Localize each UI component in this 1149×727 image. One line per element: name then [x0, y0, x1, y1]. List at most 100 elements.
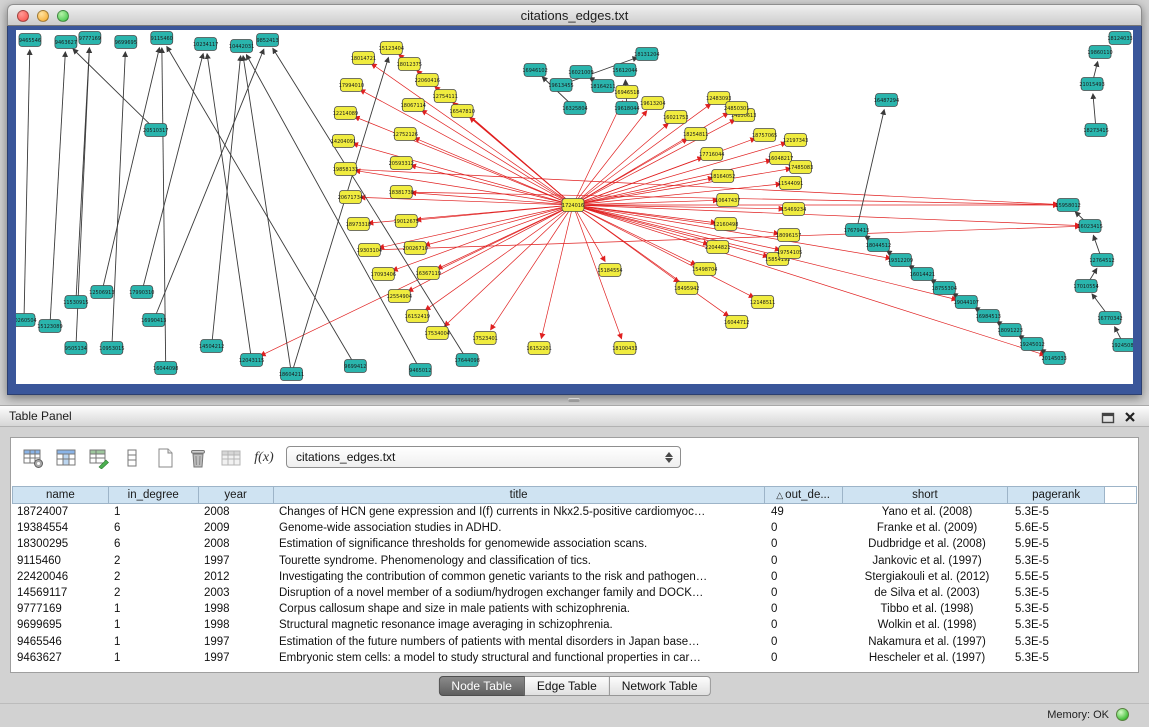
network-node[interactable]: 16984513: [976, 310, 1001, 323]
network-node[interactable]: 12764512: [1089, 254, 1114, 267]
table-cell[interactable]: Embryonic stem cells: a model to study s…: [274, 650, 766, 666]
table-cell[interactable]: 1997: [199, 634, 274, 650]
network-node[interactable]: 16023415: [1077, 220, 1102, 233]
network-node[interactable]: 17523401: [472, 332, 497, 345]
network-node[interactable]: 10647437: [715, 194, 740, 207]
network-node[interactable]: 15958012: [1055, 199, 1080, 212]
network-node[interactable]: 18757065: [752, 129, 777, 142]
table-settings-icon[interactable]: [21, 446, 45, 470]
network-node[interactable]: 17534004: [425, 327, 450, 340]
table-cell[interactable]: Wolkin et al. (1998): [844, 617, 1010, 633]
edit-table-icon[interactable]: [87, 446, 111, 470]
network-node[interactable]: 15123089: [37, 320, 62, 333]
table-cell[interactable]: Hescheler et al. (1997): [844, 650, 1010, 666]
network-edge[interactable]: [292, 58, 389, 374]
network-node[interactable]: 19613455: [548, 79, 573, 92]
network-node[interactable]: 18131204: [634, 48, 659, 61]
network-edge[interactable]: [470, 117, 573, 205]
new-column-icon[interactable]: [153, 446, 177, 470]
network-node[interactable]: 18164211: [590, 80, 615, 93]
network-edge[interactable]: [491, 205, 573, 330]
table-cell[interactable]: 0: [766, 601, 844, 617]
table-cell[interactable]: 19384554: [12, 520, 109, 536]
network-node[interactable]: 19303104: [357, 244, 382, 257]
network-edge[interactable]: [355, 171, 573, 205]
select-columns-icon[interactable]: [54, 446, 78, 470]
network-edge[interactable]: [167, 47, 356, 366]
table-cell[interactable]: Franke et al. (2009): [844, 520, 1010, 536]
table-cell[interactable]: 14569117: [12, 585, 109, 601]
network-edge[interactable]: [345, 169, 1058, 205]
network-node[interactable]: 18381738: [389, 186, 414, 199]
network-edge[interactable]: [243, 56, 291, 374]
network-node[interactable]: 19613204: [640, 97, 665, 110]
network-node[interactable]: 16770342: [1097, 312, 1122, 325]
network-edge[interactable]: [154, 49, 264, 320]
table-row[interactable]: 1872400712008Changes of HCN gene express…: [12, 504, 1137, 520]
table-cell[interactable]: 0: [766, 520, 844, 536]
network-node[interactable]: 17990310: [129, 286, 154, 299]
network-edge[interactable]: [573, 123, 668, 205]
network-edge[interactable]: [142, 54, 203, 292]
network-node[interactable]: 18164052: [710, 170, 735, 183]
table-cell[interactable]: Investigating the contribution of common…: [274, 569, 766, 585]
network-node[interactable]: 19312209: [888, 254, 913, 267]
network-edge[interactable]: [573, 104, 711, 205]
network-edge[interactable]: [24, 50, 30, 320]
network-edge[interactable]: [50, 52, 65, 326]
network-node[interactable]: 12754111: [433, 90, 458, 103]
network-edge[interactable]: [856, 110, 884, 230]
table-cell[interactable]: Genome-wide association studies in ADHD.: [274, 520, 766, 536]
function-builder-icon[interactable]: f(x): [252, 446, 276, 470]
table-cell[interactable]: Corpus callosum shape and size in male p…: [274, 601, 766, 617]
network-edge[interactable]: [212, 56, 241, 346]
table-cell[interactable]: 1998: [199, 617, 274, 633]
import-table-icon[interactable]: [219, 446, 243, 470]
network-node[interactable]: 19044107: [954, 296, 979, 309]
network-node[interactable]: 16990413: [141, 314, 166, 327]
table-row[interactable]: 1938455462009Genome-wide association stu…: [12, 520, 1137, 536]
network-node[interactable]: 9115460: [151, 32, 173, 45]
minimize-button[interactable]: [37, 10, 49, 22]
network-node[interactable]: 24850301: [724, 102, 749, 115]
network-node[interactable]: 11530915: [63, 296, 88, 309]
network-node[interactable]: 1724016: [562, 199, 584, 212]
network-node[interactable]: 16946102: [522, 64, 547, 77]
network-node[interactable]: 18044512: [866, 239, 891, 252]
network-node[interactable]: 19618044: [614, 102, 639, 115]
network-node[interactable]: 14204091: [331, 135, 356, 148]
table-cell[interactable]: Changes of HCN gene expression and I(f) …: [274, 504, 766, 520]
table-cell[interactable]: 9777169: [12, 601, 109, 617]
network-edge[interactable]: [246, 55, 420, 370]
network-node[interactable]: 18124033: [1107, 32, 1132, 45]
column-header-name[interactable]: name: [12, 486, 109, 504]
table-cell[interactable]: 2: [109, 553, 199, 569]
network-node[interactable]: 12197343: [783, 134, 808, 147]
network-node[interactable]: 18273415: [1083, 124, 1108, 137]
network-node[interactable]: 17679413: [844, 224, 869, 237]
table-cell[interactable]: 9465546: [12, 634, 109, 650]
network-node[interactable]: 9699695: [115, 36, 137, 49]
network-node[interactable]: 19245012: [1020, 338, 1045, 351]
network-node[interactable]: 16487294: [874, 94, 899, 107]
network-edge[interactable]: [573, 205, 1045, 355]
column-header-in_degree[interactable]: in_degree: [109, 486, 199, 504]
network-node[interactable]: 20671734: [338, 191, 363, 204]
network-node[interactable]: 18067114: [401, 99, 426, 112]
network-edge[interactable]: [573, 169, 791, 205]
network-node[interactable]: 9505134: [65, 342, 87, 355]
column-header-title[interactable]: title: [274, 486, 765, 504]
table-cell[interactable]: 5.3E-5: [1010, 553, 1107, 569]
network-node[interactable]: 17994010: [339, 79, 364, 92]
network-node[interactable]: 17485083: [788, 161, 813, 174]
network-node[interactable]: 18973318: [346, 218, 371, 231]
network-node[interactable]: 9852413: [256, 34, 278, 47]
table-cell[interactable]: 1998: [199, 601, 274, 617]
network-edge[interactable]: [573, 205, 768, 256]
close-panel-icon[interactable]: [1123, 410, 1137, 424]
network-node[interactable]: 12043115: [239, 354, 264, 367]
table-cell[interactable]: 2009: [199, 520, 274, 536]
tab-node-table[interactable]: Node Table: [438, 676, 525, 696]
network-node[interactable]: 16014421: [910, 268, 935, 281]
network-edge[interactable]: [353, 144, 573, 205]
